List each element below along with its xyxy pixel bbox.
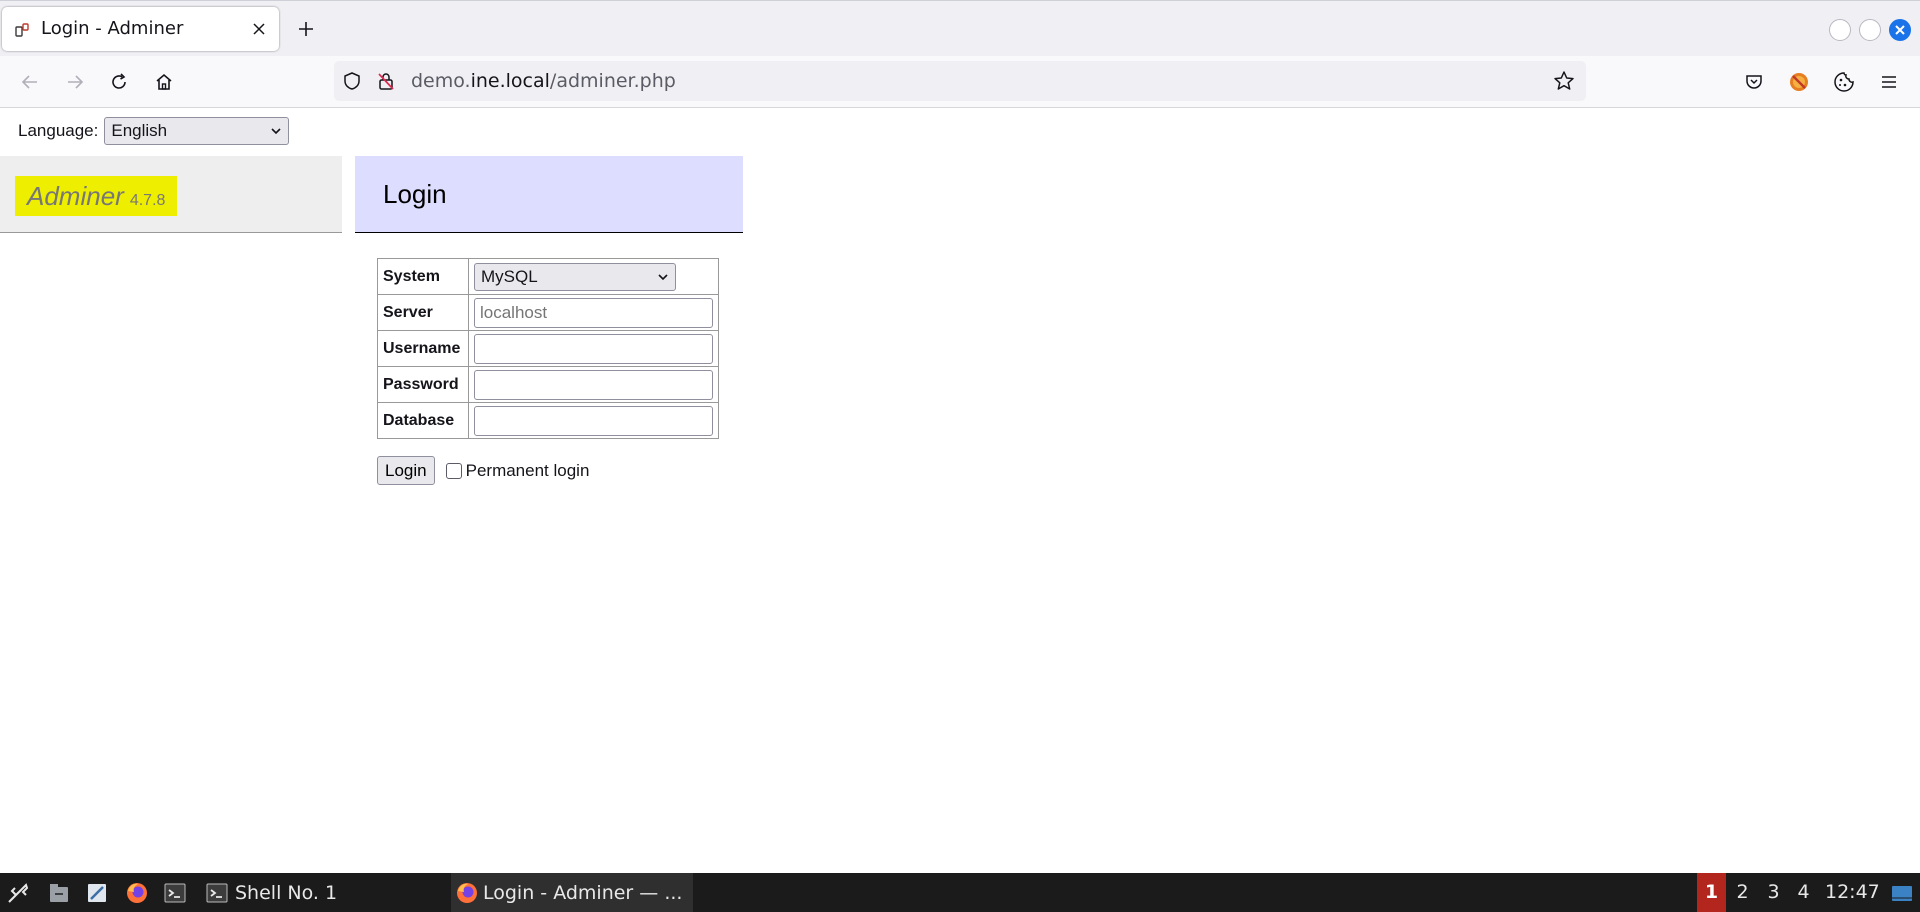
language-label: Language:: [18, 121, 99, 140]
password-row: Password: [377, 366, 719, 403]
url-host-prefix: demo.: [411, 70, 471, 92]
database-input[interactable]: [474, 405, 713, 436]
password-label: Password: [377, 366, 469, 403]
server-label: Server: [377, 294, 469, 331]
language-select[interactable]: English: [104, 117, 290, 145]
url-host: ine.local: [470, 70, 550, 92]
adminer-favicon-icon: [15, 22, 31, 38]
insecure-lock-icon[interactable]: [376, 71, 396, 91]
terminal-icon: [206, 883, 228, 902]
language-row: Language: English: [18, 117, 290, 145]
firefox-icon[interactable]: [124, 880, 150, 906]
text-editor-icon[interactable]: [84, 880, 110, 906]
system-row: System MySQL: [377, 258, 719, 295]
window-minimize-button[interactable]: [1829, 19, 1851, 41]
forward-arrow-icon[interactable]: [61, 68, 89, 96]
tab-title: Login - Adminer: [41, 18, 184, 39]
workspace-2[interactable]: 2: [1728, 873, 1757, 912]
url-text[interactable]: demo.ine.local/adminer.php: [411, 61, 676, 101]
home-icon[interactable]: [150, 68, 178, 96]
cookie-extension-icon[interactable]: [1831, 69, 1857, 95]
logo-version: 4.7.8: [129, 192, 166, 209]
adminer-page: Language: English Adminer 4.7.8 Login Sy…: [0, 109, 1920, 873]
extension-blocker-icon[interactable]: [1786, 69, 1812, 95]
workspace-4[interactable]: 4: [1789, 873, 1818, 912]
task-label: Shell No. 1: [235, 881, 338, 904]
new-tab-plus-icon[interactable]: [294, 17, 318, 41]
taskbar-task-firefox[interactable]: Login - Adminer — ...: [451, 873, 693, 912]
tab-adminer-login[interactable]: Login - Adminer: [2, 7, 279, 51]
server-input[interactable]: [474, 297, 713, 328]
tracking-shield-icon[interactable]: [342, 71, 362, 91]
firefox-icon: [457, 882, 477, 903]
back-arrow-icon[interactable]: [16, 68, 44, 96]
language-selected-value: English: [111, 121, 168, 140]
tab-close-icon[interactable]: [249, 19, 269, 39]
system-label: System: [377, 258, 469, 295]
login-button[interactable]: Login: [377, 456, 435, 485]
url-bar[interactable]: demo.ine.local/adminer.php: [334, 61, 1586, 101]
task-label: Login - Adminer — ...: [483, 881, 683, 904]
system-select[interactable]: MySQL: [474, 262, 676, 291]
workspace-3[interactable]: 3: [1759, 873, 1788, 912]
clock: 12:47: [1825, 881, 1880, 903]
server-row: Server: [377, 294, 719, 331]
database-label: Database: [377, 402, 469, 439]
taskbar: Shell No. 1 Login - Adminer — ... 1 2 3 …: [0, 873, 1920, 912]
chevron-down-icon: [658, 273, 668, 280]
reload-icon[interactable]: [105, 68, 133, 96]
database-row: Database: [377, 402, 719, 439]
page-title: Login: [383, 179, 447, 209]
workspace-1[interactable]: 1: [1697, 873, 1726, 912]
permanent-login-label[interactable]: Permanent login: [466, 461, 590, 481]
password-input[interactable]: [474, 369, 713, 400]
file-manager-icon[interactable]: [46, 880, 72, 906]
username-input[interactable]: [474, 333, 713, 364]
navigation-bar: demo.ine.local/adminer.php: [0, 56, 1920, 108]
app-menu-icon[interactable]: [5, 880, 31, 906]
content-header: Login: [355, 156, 743, 233]
username-label: Username: [377, 330, 469, 367]
logo-name: Adminer: [27, 181, 124, 211]
taskbar-task-shell[interactable]: Shell No. 1: [203, 873, 443, 912]
adminer-logo-link[interactable]: Adminer 4.7.8: [15, 176, 178, 216]
login-actions: Login Permanent login: [377, 456, 589, 485]
system-selected-value: MySQL: [481, 266, 538, 286]
login-form-table: System MySQL Server Username Password Da…: [377, 258, 719, 439]
bookmark-star-icon[interactable]: [1553, 70, 1575, 92]
username-row: Username: [377, 330, 719, 367]
permanent-login-checkbox[interactable]: [445, 462, 462, 479]
tab-strip: Login - Adminer: [0, 0, 1920, 56]
window-close-button[interactable]: [1889, 19, 1911, 41]
terminal-icon[interactable]: [162, 880, 188, 906]
url-path: /adminer.php: [549, 70, 676, 92]
hamburger-menu-icon[interactable]: [1876, 69, 1902, 95]
pocket-icon[interactable]: [1741, 69, 1767, 95]
notification-icon[interactable]: [1889, 880, 1915, 906]
chevron-down-icon: [271, 128, 281, 135]
window-maximize-button[interactable]: [1859, 19, 1881, 41]
sidebar-header: Adminer 4.7.8: [0, 156, 342, 233]
